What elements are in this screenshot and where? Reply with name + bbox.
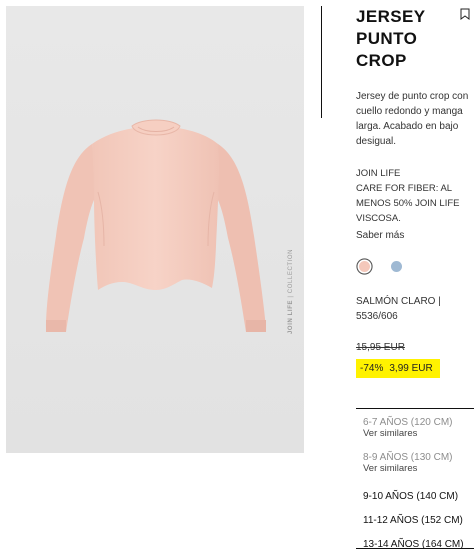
join-life-info: JOIN LIFE CARE FOR FIBER: AL MENOS 50% J… [356,168,460,224]
color-swatch-light-blue[interactable] [391,261,402,272]
product-description: Jersey de punto crop con cuello redondo … [356,91,469,147]
title-line: PUNTO [356,29,418,48]
sweater-illustration [6,6,304,453]
product-title: JERSEY PUNTO CROP [356,6,446,72]
sale-price: 3,99 EUR [389,363,433,374]
color-reference: SALMÓN CLARO | 5536/606 [356,296,441,322]
bookmark-icon[interactable] [460,8,470,20]
size-list: 6-7 AÑOS (120 CM) Ver similares 8-9 AÑOS… [356,408,474,559]
sale-price-badge: -74% 3,99 EUR [356,359,440,378]
size-option[interactable]: 11-12 AÑOS (152 CM) [356,515,474,535]
product-image[interactable]: JOIN LIFE | COLLECTION [6,6,304,453]
color-swatch-salmon[interactable] [359,261,370,272]
title-line: JERSEY [356,7,426,26]
size-option[interactable]: 9-10 AÑOS (140 CM) [356,491,474,511]
collection-watermark: JOIN LIFE | COLLECTION [288,248,294,334]
more-info-link[interactable]: Saber más [356,230,404,241]
old-price: 15,95 EUR [356,342,405,353]
discount-percent: -74% [360,363,384,374]
size-list-bottom-border [356,548,474,549]
title-line: CROP [356,51,407,70]
size-option[interactable]: 6-7 AÑOS (120 CM) Ver similares [356,417,474,452]
size-option[interactable]: 13-14 AÑOS (164 CM) [356,539,474,559]
size-option[interactable]: 8-9 AÑOS (130 CM) Ver similares [356,452,474,487]
divider [321,6,322,118]
similar-link[interactable]: Ver similares [363,463,474,474]
similar-link[interactable]: Ver similares [363,428,474,439]
